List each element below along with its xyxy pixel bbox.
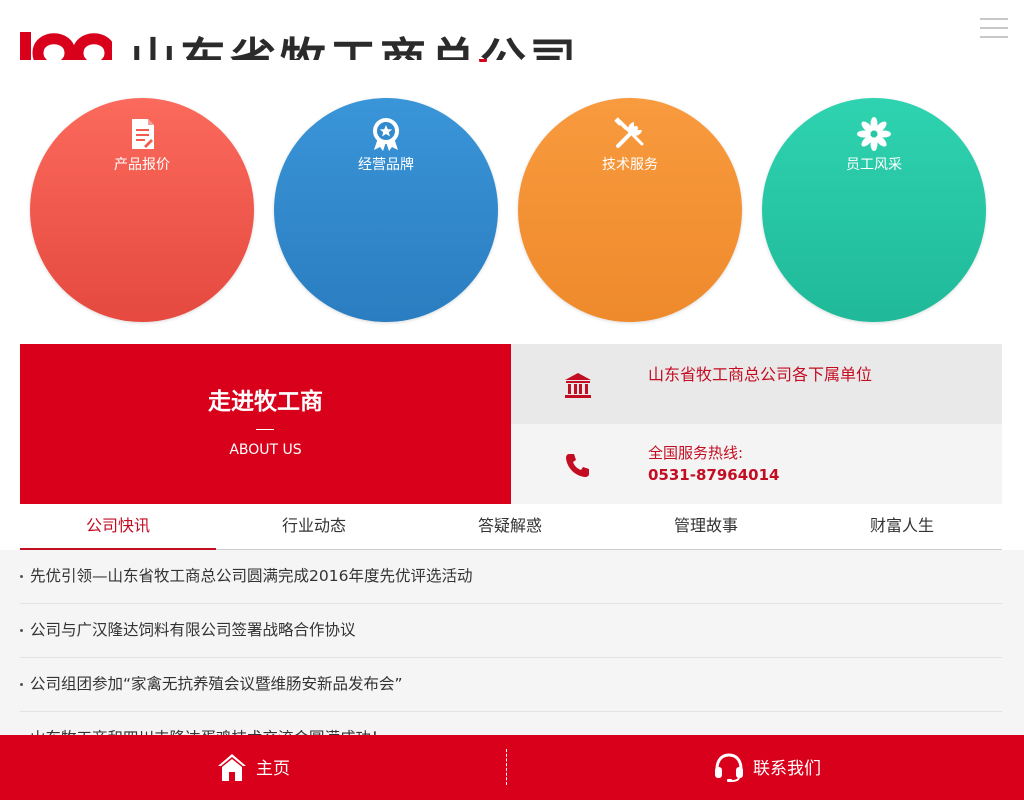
- quick-link-tech-service[interactable]: 技术服务: [518, 98, 742, 322]
- subsidiary-units-text: 山东省牧工商总公司各下属单位: [648, 365, 873, 384]
- news-title: 先优引领—山东省牧工商总公司圆满完成2016年度先优评选活动: [30, 567, 473, 585]
- bottom-nav-bar: 主页 联系我们: [0, 735, 1024, 800]
- news-item[interactable]: 山东牧工商和四川丰隆达蛋鸡技术交流会圆满成功！: [20, 712, 1002, 736]
- tab-company-news[interactable]: 公司快讯: [20, 504, 216, 550]
- hamburger-menu-icon[interactable]: [980, 18, 1008, 40]
- home-label: 主页: [256, 759, 290, 779]
- tools-icon: [614, 117, 644, 148]
- about-us-block[interactable]: 走进牧工商 ABOUT US: [20, 344, 511, 504]
- quick-link-label: 经营品牌: [358, 157, 414, 173]
- tab-management-stories[interactable]: 管理故事: [608, 504, 804, 550]
- quick-link-label: 员工风采: [846, 157, 902, 173]
- quick-link-staff[interactable]: 员工风采: [762, 98, 986, 322]
- bank-building-icon: [565, 373, 591, 398]
- news-item[interactable]: 公司与广汉隆达饲料有限公司签署战略合作协议: [20, 604, 1002, 658]
- tab-wealth-life[interactable]: 财富人生: [804, 504, 1000, 550]
- quick-link-brands[interactable]: 经营品牌: [274, 98, 498, 322]
- quick-links: 产品报价 经营品牌 技术服务 员工风采: [0, 98, 1024, 324]
- quick-link-product-quotes[interactable]: 产品报价: [30, 98, 254, 322]
- about-subtitle: ABOUT US: [229, 442, 302, 458]
- contact-us-button[interactable]: 联系我们: [713, 735, 853, 800]
- contact-label: 联系我们: [753, 759, 821, 779]
- hotline-label: 全国服务热线:: [648, 444, 744, 462]
- divider: [256, 429, 274, 430]
- quick-link-label: 技术服务: [602, 157, 658, 173]
- bullet: [20, 629, 23, 632]
- logo-dot: [479, 59, 487, 62]
- news-title: 公司与广汉隆达饲料有限公司签署战略合作协议: [30, 621, 356, 639]
- company-logo[interactable]: 山东省牧工商总公司: [20, 26, 580, 60]
- document-icon: [132, 119, 154, 149]
- divider: [506, 749, 507, 785]
- award-badge-icon: [373, 118, 399, 151]
- tab-qa[interactable]: 答疑解惑: [412, 504, 608, 550]
- news-title: 公司组团参加“家禽无抗养殖会议暨维肠安新品发布会”: [30, 675, 403, 693]
- news-item[interactable]: 先优引领—山东省牧工商总公司圆满完成2016年度先优评选活动: [20, 550, 1002, 604]
- quick-link-label: 产品报价: [114, 157, 170, 173]
- tab-industry-news[interactable]: 行业动态: [216, 504, 412, 550]
- logo-text: 山东省牧工商总公司: [130, 38, 580, 61]
- hotline-block[interactable]: 全国服务热线: 0531-87964014: [511, 424, 1002, 504]
- news-list: 先优引领—山东省牧工商总公司圆满完成2016年度先优评选活动 公司与广汉隆达饲料…: [0, 550, 1024, 736]
- about-title: 走进牧工商: [208, 388, 323, 415]
- bullet: [20, 683, 23, 686]
- news-tabs: 公司快讯 行业动态 答疑解惑 管理故事 财富人生: [20, 504, 1002, 550]
- logo-mark: [20, 26, 112, 60]
- flower-icon: [857, 117, 891, 151]
- news-item[interactable]: 公司组团参加“家禽无抗养殖会议暨维肠安新品发布会”: [20, 658, 1002, 712]
- header: 山东省牧工商总公司: [0, 0, 1024, 62]
- home-icon: [218, 754, 246, 781]
- bullet: [20, 575, 23, 578]
- subsidiary-units-link[interactable]: 山东省牧工商总公司各下属单位: [511, 344, 1002, 424]
- phone-icon: [566, 454, 589, 477]
- home-button[interactable]: 主页: [216, 735, 316, 800]
- hotline-number[interactable]: 0531-87964014: [648, 466, 779, 484]
- headset-icon: [715, 753, 743, 782]
